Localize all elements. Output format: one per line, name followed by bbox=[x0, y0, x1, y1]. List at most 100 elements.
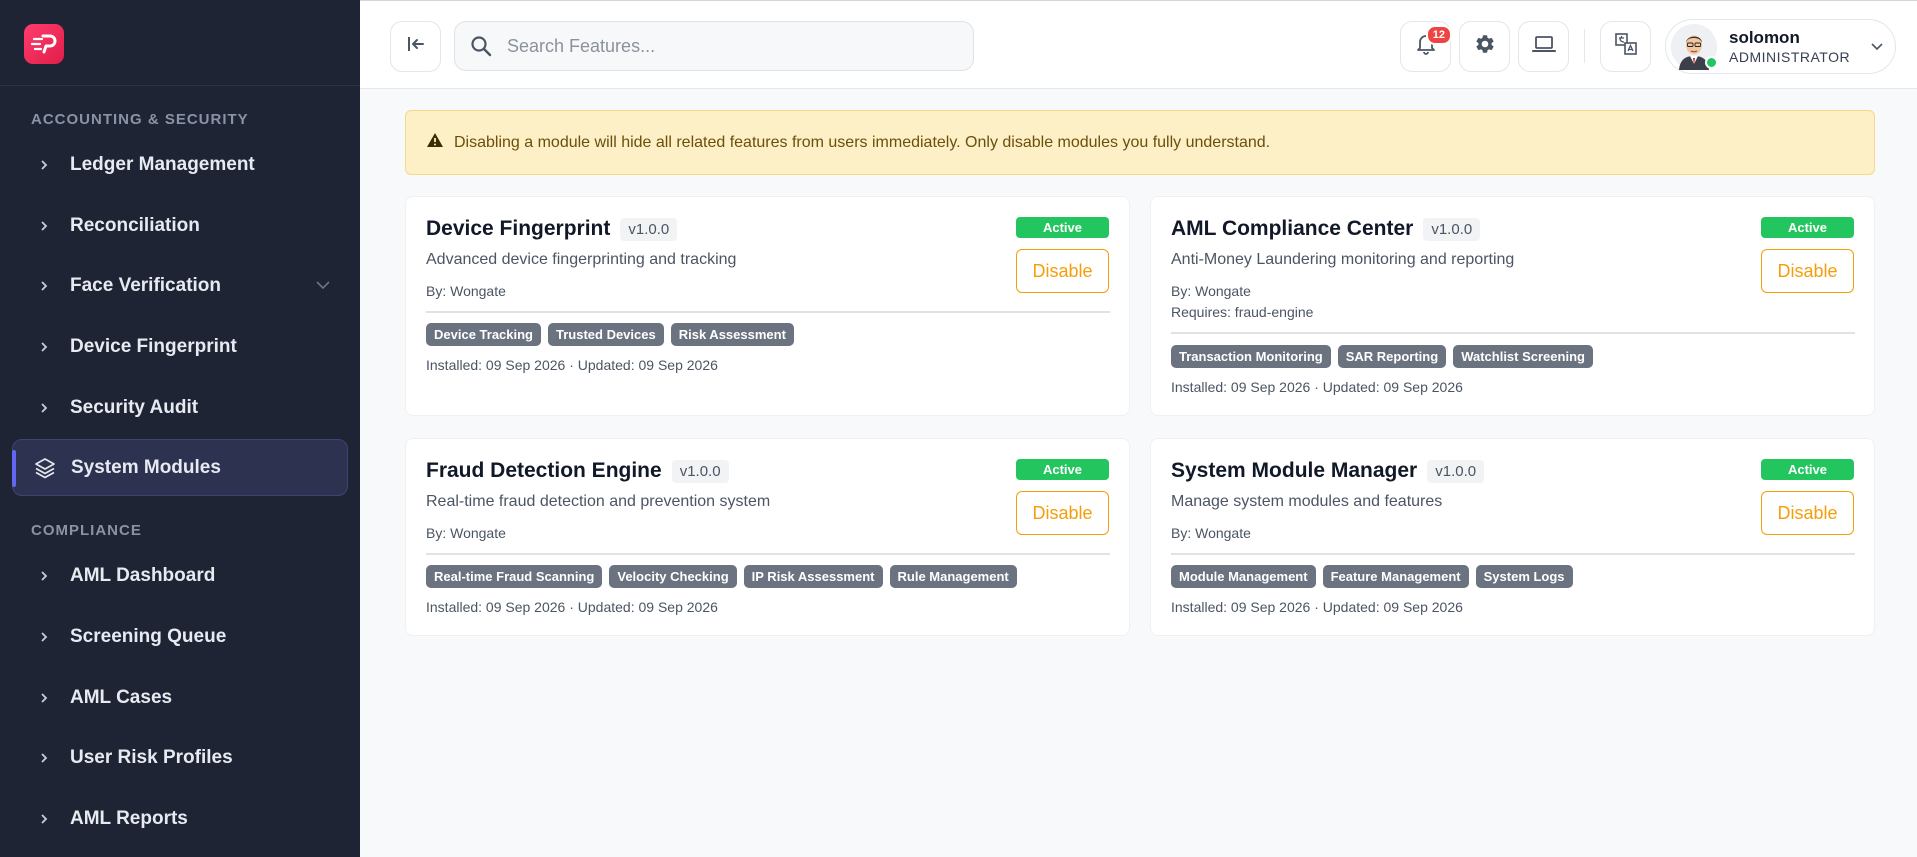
module-version: v1.0.0 bbox=[1427, 459, 1485, 483]
chevron-right-icon bbox=[12, 159, 70, 170]
chevron-right-icon bbox=[12, 692, 70, 703]
module-title: Device Fingerprint v1.0.0 bbox=[426, 217, 678, 241]
search-icon bbox=[455, 35, 507, 57]
sidebar-item-aml-dashboard[interactable]: AML Dashboard bbox=[12, 547, 348, 604]
sidebar-item-screening-queue[interactable]: Screening Queue bbox=[12, 608, 348, 665]
chevron-down-icon[interactable] bbox=[316, 277, 330, 295]
module-dates: Installed: 09 Sep 2026 · Updated: 09 Sep… bbox=[1171, 379, 1463, 395]
chevron-right-icon bbox=[12, 220, 70, 231]
logo-area bbox=[0, 0, 360, 86]
card-divider bbox=[1171, 332, 1855, 334]
layers-icon bbox=[13, 457, 71, 479]
header-divider bbox=[1584, 29, 1585, 63]
module-title: Fraud Detection Engine v1.0.0 bbox=[426, 459, 729, 483]
sidebar-item-label: Ledger Management bbox=[70, 153, 255, 175]
section-title-compliance: COMPLIANCE bbox=[31, 522, 142, 539]
user-menu[interactable]: solomon ADMINISTRATOR bbox=[1665, 19, 1896, 74]
sidebar-item-face-verification[interactable]: Face Verification bbox=[12, 257, 348, 314]
module-author: By: Wongate bbox=[426, 283, 506, 299]
chevron-right-icon bbox=[12, 752, 70, 763]
card-divider bbox=[1171, 553, 1855, 555]
disable-button[interactable]: Disable bbox=[1016, 249, 1109, 293]
avatar bbox=[1671, 23, 1718, 70]
chevron-right-icon bbox=[12, 813, 70, 824]
search-bar[interactable] bbox=[454, 21, 974, 71]
top-bar: 12 bbox=[360, 0, 1917, 89]
sidebar-item-label: AML Cases bbox=[70, 686, 173, 708]
module-description: Real-time fraud detection and prevention… bbox=[426, 493, 771, 510]
feature-tags: Real-time Fraud Scanning Velocity Checki… bbox=[426, 565, 1017, 588]
feature-tags: Module Management Feature Management Sys… bbox=[1171, 565, 1573, 588]
card-divider bbox=[426, 553, 1110, 555]
sidebar-item-label: Device Fingerprint bbox=[70, 335, 237, 357]
feature-tag: Device Tracking bbox=[426, 323, 541, 346]
sidebar: ACCOUNTING & SECURITY Ledger Management … bbox=[0, 0, 360, 857]
feature-tag: Risk Assessment bbox=[670, 323, 794, 346]
module-requires: Requires: fraud-engine bbox=[1171, 304, 1314, 320]
feature-tag: Transaction Monitoring bbox=[1171, 345, 1331, 368]
language-button[interactable] bbox=[1600, 21, 1651, 72]
app-logo[interactable] bbox=[24, 24, 64, 64]
feature-tags: Transaction Monitoring SAR Reporting Wat… bbox=[1171, 345, 1593, 368]
sidebar-item-label: AML Reports bbox=[70, 807, 188, 829]
disable-button[interactable]: Disable bbox=[1761, 491, 1854, 535]
status-badge: Active bbox=[1016, 217, 1109, 238]
collapse-icon bbox=[406, 35, 426, 58]
feature-tag: IP Risk Assessment bbox=[743, 565, 883, 588]
feature-tag: Module Management bbox=[1171, 565, 1316, 588]
collapse-sidebar-button[interactable] bbox=[390, 21, 441, 72]
module-dates: Installed: 09 Sep 2026 · Updated: 09 Sep… bbox=[426, 357, 718, 373]
chevron-right-icon bbox=[12, 570, 70, 581]
sidebar-item-device-fingerprint[interactable]: Device Fingerprint bbox=[12, 318, 348, 375]
disable-button[interactable]: Disable bbox=[1016, 491, 1109, 535]
disable-button[interactable]: Disable bbox=[1761, 249, 1854, 293]
module-description: Advanced device fingerprinting and track… bbox=[426, 251, 737, 268]
sidebar-item-ledger-management[interactable]: Ledger Management bbox=[12, 136, 348, 193]
module-card-system-module-manager: System Module Manager v1.0.0 Manage syste… bbox=[1150, 438, 1875, 636]
sidebar-item-security-audit[interactable]: Security Audit bbox=[12, 379, 348, 436]
sidebar-item-aml-reports[interactable]: AML Reports bbox=[12, 790, 348, 847]
chevron-down-icon bbox=[1871, 38, 1883, 56]
sidebar-item-label: AML Dashboard bbox=[70, 564, 216, 586]
module-version: v1.0.0 bbox=[620, 217, 678, 241]
sidebar-item-aml-cases[interactable]: AML Cases bbox=[12, 669, 348, 726]
chevron-right-icon bbox=[12, 341, 70, 352]
sidebar-item-label: Security Audit bbox=[70, 396, 199, 418]
module-description: Manage system modules and features bbox=[1171, 493, 1443, 510]
feature-tag: Velocity Checking bbox=[609, 565, 737, 588]
module-dates: Installed: 09 Sep 2026 · Updated: 09 Sep… bbox=[1171, 599, 1463, 615]
sidebar-item-reconciliation[interactable]: Reconciliation bbox=[12, 197, 348, 254]
search-input[interactable] bbox=[507, 35, 947, 57]
alert-text: Disabling a module will hide all related… bbox=[454, 133, 1271, 151]
sidebar-item-user-risk-profiles[interactable]: User Risk Profiles bbox=[12, 729, 348, 786]
sidebar-item-label: System Modules bbox=[71, 456, 221, 478]
module-name: AML Compliance Center bbox=[1171, 217, 1414, 240]
module-author: By: Wongate bbox=[1171, 283, 1251, 299]
gear-icon bbox=[1474, 33, 1496, 60]
module-author: By: Wongate bbox=[426, 525, 506, 541]
feature-tag: System Logs bbox=[1475, 565, 1573, 588]
module-description: Anti-Money Laundering monitoring and rep… bbox=[1171, 251, 1515, 268]
settings-button[interactable] bbox=[1459, 21, 1510, 72]
feature-tag: Watchlist Screening bbox=[1453, 345, 1593, 368]
card-divider bbox=[426, 311, 1110, 313]
feature-tag: Feature Management bbox=[1322, 565, 1469, 588]
notifications-button[interactable]: 12 bbox=[1400, 21, 1452, 72]
sidebar-item-label: Screening Queue bbox=[70, 625, 227, 647]
user-name: solomon bbox=[1729, 28, 1800, 47]
warning-icon bbox=[426, 132, 444, 153]
warning-alert: Disabling a module will hide all related… bbox=[405, 110, 1875, 175]
chevron-right-icon bbox=[12, 631, 70, 642]
laptop-icon bbox=[1531, 34, 1556, 59]
module-dates: Installed: 09 Sep 2026 · Updated: 09 Sep… bbox=[426, 599, 718, 615]
chevron-right-icon bbox=[12, 402, 70, 413]
feature-tag: SAR Reporting bbox=[1337, 345, 1447, 368]
module-card-aml-compliance-center: AML Compliance Center v1.0.0 Anti-Money L… bbox=[1150, 196, 1875, 416]
chevron-right-icon bbox=[12, 280, 70, 291]
status-badge: Active bbox=[1761, 459, 1854, 480]
sidebar-item-system-modules[interactable]: System Modules bbox=[12, 439, 348, 496]
feature-tag: Rule Management bbox=[889, 565, 1017, 588]
notification-count-badge: 12 bbox=[1425, 25, 1452, 45]
display-button[interactable] bbox=[1518, 21, 1569, 72]
module-title: System Module Manager v1.0.0 bbox=[1171, 459, 1485, 483]
